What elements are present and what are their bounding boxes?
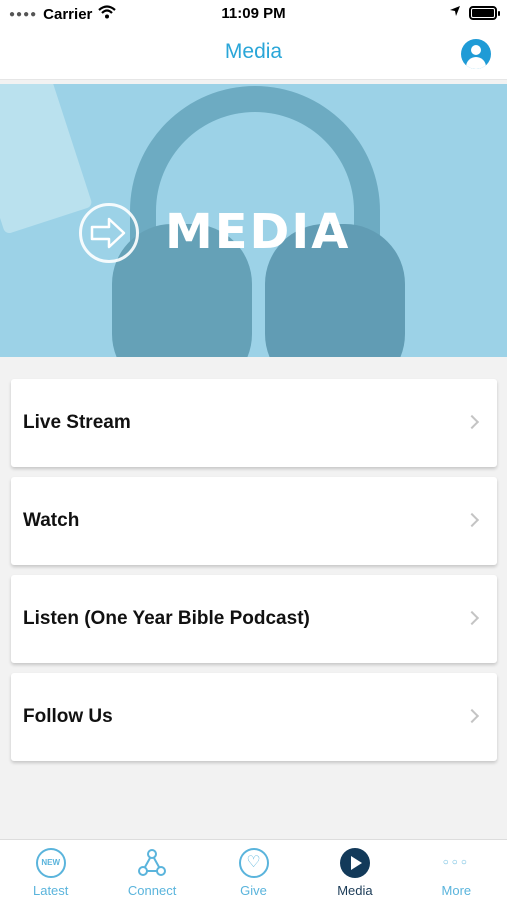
location-arrow-icon [449,4,461,21]
menu-item-listen[interactable]: Listen (One Year Bible Podcast) [11,575,497,663]
status-right [449,4,500,21]
media-menu-list: Live Stream Watch Listen (One Year Bible… [11,379,497,771]
chevron-right-icon [464,610,480,626]
status-bar: ●●●● Carrier 11:09 PM [0,0,507,28]
tab-label: More [441,883,472,898]
profile-icon[interactable] [461,39,491,69]
hero-banner: MEDIA [0,84,507,357]
connect-icon [137,848,167,878]
status-time: 11:09 PM [221,5,286,22]
battery-icon [469,5,500,20]
menu-item-live-stream[interactable]: Live Stream [11,379,497,467]
menu-item-follow-us[interactable]: Follow Us [11,673,497,761]
menu-item-label: Follow Us [23,706,113,727]
page-title: Media [224,40,283,63]
menu-item-label: Listen (One Year Bible Podcast) [23,608,310,629]
chevron-right-icon [464,708,480,724]
arrow-right-icon [79,203,139,263]
more-icon: ○○○ [442,857,470,868]
tab-media[interactable]: Media [304,840,405,900]
hero-title: MEDIA [165,204,351,260]
tab-connect[interactable]: Connect [101,840,202,900]
tab-bar: NEW Latest Connect ♡ Give Media ○○○ More [0,839,507,900]
menu-item-watch[interactable]: Watch [11,477,497,565]
play-icon [339,848,370,878]
tab-label: Connect [127,883,177,898]
new-icon: NEW [35,848,66,878]
tab-label: Latest [32,883,69,898]
chevron-right-icon [464,414,480,430]
tab-more[interactable]: ○○○ More [406,840,507,900]
tab-give[interactable]: ♡ Give [203,840,304,900]
menu-item-label: Watch [23,510,80,531]
tab-label: Media [337,883,373,898]
nav-bar: Media [0,28,507,80]
chevron-right-icon [464,512,480,528]
heart-icon: ♡ [238,848,269,878]
menu-item-label: Live Stream [23,412,131,433]
tab-latest[interactable]: NEW Latest [0,840,101,900]
tab-label: Give [240,883,267,898]
